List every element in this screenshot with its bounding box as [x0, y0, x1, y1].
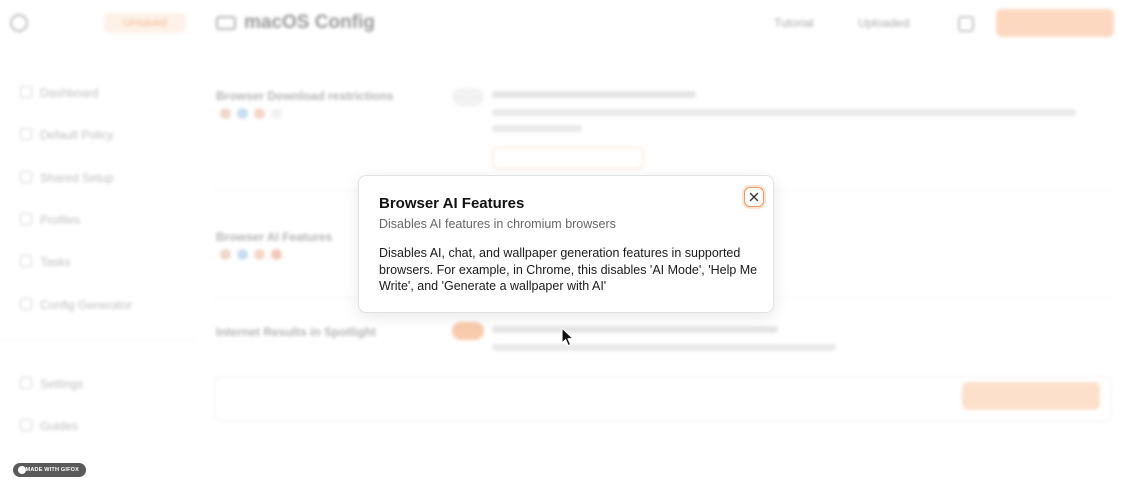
page-title: macOS Config: [216, 12, 375, 34]
chrome-icon: [220, 249, 231, 260]
sidebar-item-tasks[interactable]: Tasks: [20, 255, 71, 269]
app-logo-icon: [10, 14, 28, 32]
popover-title: Browser AI Features: [379, 195, 525, 212]
spotlight-toggle[interactable]: [452, 322, 484, 340]
save-update-button[interactable]: [996, 9, 1114, 37]
browser-icons: [220, 249, 282, 260]
mouse-cursor-icon: [561, 327, 574, 347]
settings-icon-button[interactable]: [958, 16, 974, 32]
download-toggle[interactable]: [452, 88, 484, 106]
sidebar-item-settings[interactable]: Settings: [20, 377, 83, 391]
configure-button[interactable]: [492, 147, 644, 169]
setting-label-ai: Browser AI Features: [216, 230, 333, 244]
sidebar-item-profiles[interactable]: Profiles: [20, 213, 80, 227]
x-icon: [749, 192, 759, 202]
setting-label-spotlight: Internet Results in Spotlight: [216, 325, 377, 339]
setting-text-line: [492, 109, 1076, 116]
sidebar-item-config-generator[interactable]: Config Generator: [20, 298, 132, 312]
brave-icon: [254, 249, 265, 260]
edge-icon: [237, 249, 248, 260]
monitor-icon: [216, 15, 236, 30]
close-button[interactable]: [744, 187, 764, 207]
sidebar-item-default-policy[interactable]: Default Policy: [20, 128, 113, 142]
popover-body: Disables AI, chat, and wallpaper generat…: [379, 246, 758, 293]
browser-icons: [220, 108, 282, 119]
footer-action-button[interactable]: [962, 382, 1100, 410]
gifox-logo-icon: [18, 466, 26, 474]
setting-text-line: [492, 344, 836, 351]
sidebar-divider: [0, 340, 196, 341]
setting-label-download: Browser Download restrictions: [216, 89, 394, 103]
popover-subtitle: Disables AI features in chromium browser…: [379, 217, 616, 231]
edge-icon: [237, 108, 248, 119]
chrome-icon: [220, 108, 231, 119]
sidebar-item-dashboard[interactable]: Dashboard: [20, 86, 99, 100]
brave-icon: [254, 108, 265, 119]
setting-text-line: [492, 91, 696, 98]
sidebar-item-shared-setup[interactable]: Shared Setup: [20, 171, 113, 185]
more-icon: [271, 108, 282, 119]
setting-text-line: [492, 125, 582, 132]
made-with-gifox-badge: MADE WITH GIFOX: [13, 463, 86, 477]
uploaded-button[interactable]: Uploaded: [858, 12, 928, 34]
setting-text-line: [492, 326, 778, 333]
page-title-text: macOS Config: [244, 12, 375, 33]
sidebar-item-guides[interactable]: Guides: [20, 419, 78, 433]
tutorial-button[interactable]: Tutorial: [774, 12, 836, 34]
unsaved-badge: Unsaved: [104, 13, 186, 33]
info-popover: Browser AI Features Disables AI features…: [358, 175, 774, 313]
made-with-gifox-text: MADE WITH GIFOX: [25, 467, 79, 473]
arc-icon: [271, 249, 282, 260]
